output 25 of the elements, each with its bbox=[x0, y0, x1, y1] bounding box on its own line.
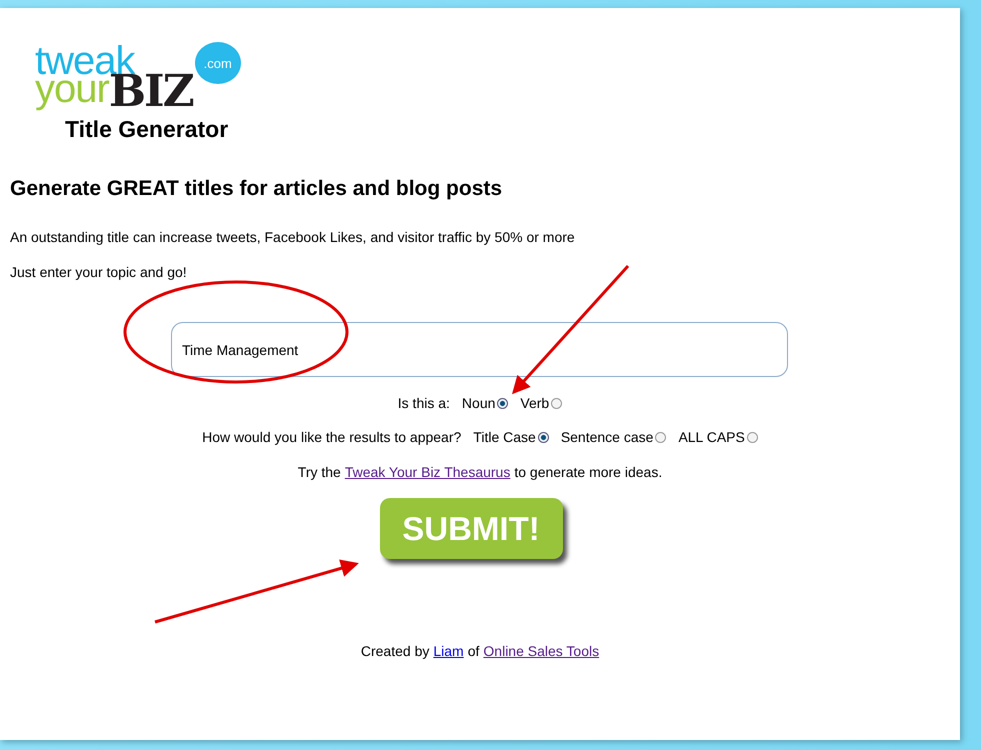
option-label: ALL CAPS bbox=[678, 429, 745, 445]
topic-input-field[interactable]: Time Management bbox=[171, 322, 788, 377]
company-link[interactable]: Online Sales Tools bbox=[483, 643, 600, 659]
speech-bubble-logo: .com bbox=[194, 42, 241, 84]
radio-button[interactable] bbox=[551, 398, 562, 408]
intro-text: Just enter your topic and go! bbox=[10, 264, 188, 280]
question-label: How would you like the results to appear? bbox=[202, 429, 462, 445]
option-label: Noun bbox=[462, 395, 496, 411]
radio-button[interactable] bbox=[497, 398, 508, 408]
option-label: Title Case bbox=[473, 429, 536, 445]
radio-button[interactable] bbox=[538, 432, 549, 442]
logo-subtitle: Title Generator bbox=[65, 116, 230, 143]
question-label: Is this a: bbox=[398, 395, 450, 411]
radio-button[interactable] bbox=[746, 432, 758, 442]
author-link[interactable]: Liam bbox=[433, 643, 464, 659]
note-text: to generate more ideas. bbox=[514, 464, 662, 480]
thesaurus-link[interactable]: Tweak Your Biz Thesaurus bbox=[344, 464, 510, 480]
option-label: Sentence case bbox=[560, 429, 654, 445]
footer-text: of bbox=[468, 643, 480, 659]
note-text: Try the bbox=[298, 464, 341, 480]
page-heading: Generate GREAT titles for articles and blog posts bbox=[10, 177, 504, 201]
option-label: Verb bbox=[520, 395, 550, 411]
intro-text: An outstanding title can increase tweets, Facebook Likes, and visitor traffic by 50% or more bbox=[10, 229, 576, 245]
radio-button[interactable] bbox=[655, 432, 666, 442]
footer-text: Created by bbox=[360, 643, 430, 659]
